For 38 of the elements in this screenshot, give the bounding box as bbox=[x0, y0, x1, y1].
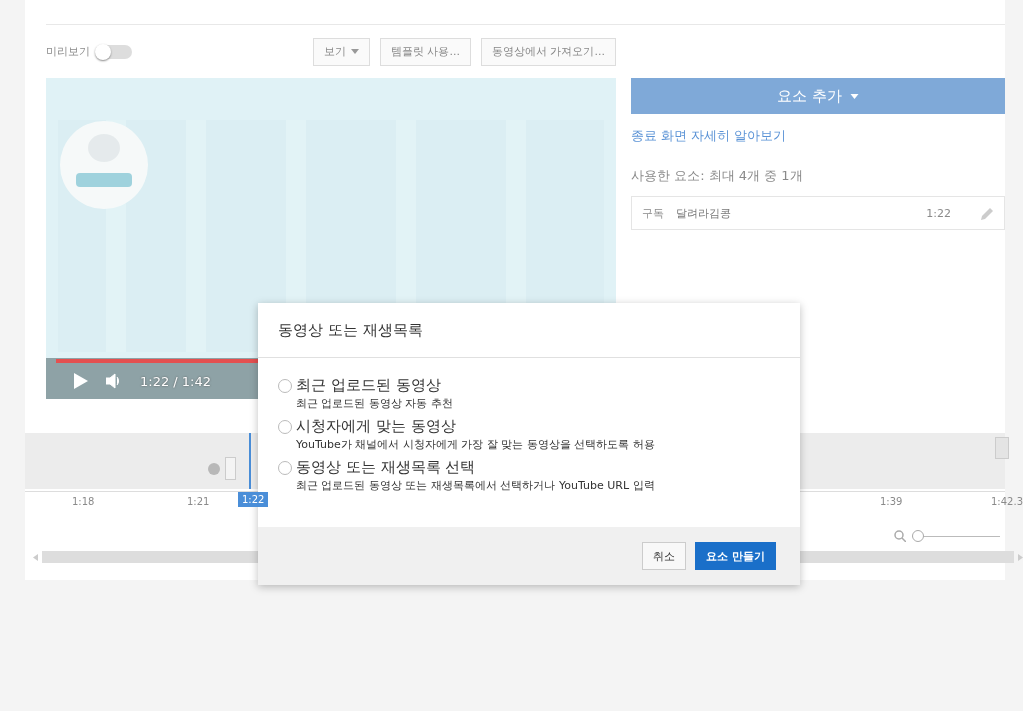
toolbar-button[interactable]: 템플릿 사용... bbox=[380, 37, 471, 66]
play-icon[interactable] bbox=[74, 373, 88, 389]
pencil-icon[interactable] bbox=[981, 206, 994, 220]
playhead-line[interactable] bbox=[249, 433, 251, 489]
cancel-button[interactable]: 취소 bbox=[642, 542, 687, 570]
tick-label: 1:39 bbox=[880, 496, 903, 507]
zoom-slider-thumb[interactable] bbox=[912, 530, 924, 542]
time-display: 1:22 / 1:42 bbox=[140, 373, 212, 389]
element-name: 달려라김콩 bbox=[676, 205, 731, 221]
volume-icon[interactable] bbox=[106, 373, 122, 389]
caret-icon bbox=[849, 93, 859, 99]
add-element-button[interactable]: 요소 추가 bbox=[631, 78, 1005, 114]
preview-toggle[interactable] bbox=[96, 44, 132, 59]
element-type: 구독 bbox=[642, 205, 664, 221]
learn-more-link[interactable]: 종료 화면 자세히 알아보기 bbox=[631, 127, 787, 145]
end-handle[interactable] bbox=[995, 437, 1009, 459]
element-time: 1:22 bbox=[926, 206, 951, 220]
preview-label: 미리보기 bbox=[46, 44, 90, 59]
option-description: YouTube가 채널에서 시청자에게 가장 잘 맞는 동영상을 선택하도록 허용 bbox=[296, 437, 655, 452]
usage-text: 사용한 요소: 최대 4개 중 1개 bbox=[631, 167, 803, 185]
scroll-left-icon[interactable] bbox=[33, 553, 38, 561]
option-label: 시청자에게 맞는 동영상 bbox=[296, 417, 457, 436]
option-description: 최근 업로드된 동영상 자동 추천 bbox=[296, 396, 453, 411]
dialog-title: 동영상 또는 재생목록 bbox=[258, 303, 800, 358]
create-button[interactable]: 요소 만들기 bbox=[695, 542, 776, 570]
option-description: 최근 업로드된 동영상 또는 재생목록에서 선택하거나 YouTube URL 입력 bbox=[296, 478, 655, 493]
tick-label: 1:42.3 bbox=[991, 496, 1023, 507]
option-label: 동영상 또는 재생목록 선택 bbox=[296, 458, 477, 477]
option-label: 최근 업로드된 동영상 bbox=[296, 376, 442, 395]
scroll-right-icon[interactable] bbox=[1018, 553, 1023, 561]
toolbar-button[interactable]: 동영상에서 가져오기... bbox=[481, 37, 616, 66]
search-icon bbox=[894, 530, 906, 542]
element-row[interactable]: 구독 달려라김콩 1:22 bbox=[631, 196, 1005, 230]
tick-label: 1:18 bbox=[72, 496, 95, 507]
toolbar-button[interactable]: 보기 bbox=[313, 37, 370, 66]
playhead-time[interactable]: 1:22 bbox=[238, 492, 269, 507]
clip-handle[interactable] bbox=[225, 457, 236, 480]
tick-label: 1:21 bbox=[187, 496, 210, 507]
